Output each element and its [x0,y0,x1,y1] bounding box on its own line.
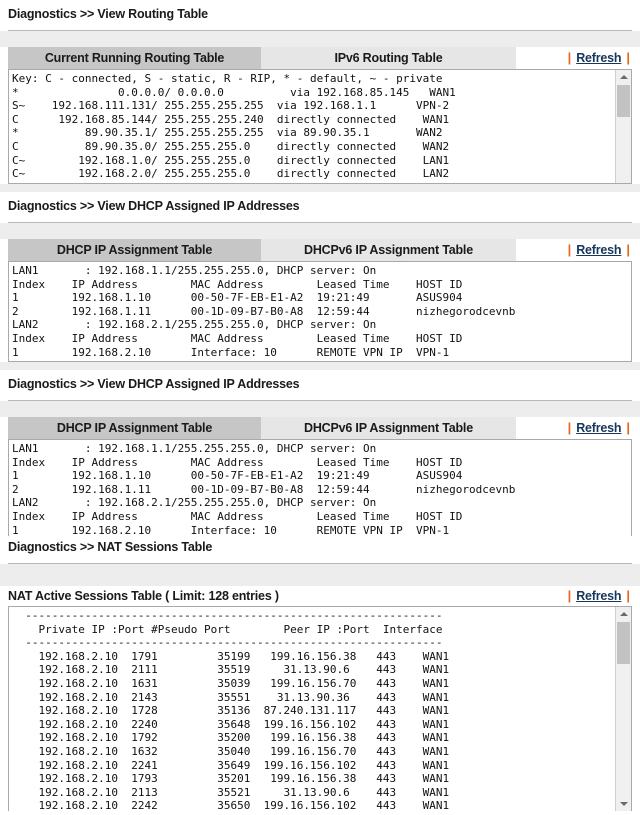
routing-table-section: Diagnostics >> View Routing Table Curren… [0,0,640,184]
refresh-link-dhcp-second[interactable]: Refresh [576,417,621,439]
section-gap-2 [0,362,640,370]
separator-bar-right: | [626,50,630,65]
tabstrip-spacer [516,239,568,261]
separator-bar-left: | [567,242,572,257]
scrollbar-thumb[interactable] [617,622,630,664]
tab-dhcp-ip-assignment-table[interactable]: DHCP IP Assignment Table [8,417,261,439]
nat-active-sessions-title: NAT Active Sessions Table ( Limit: 128 e… [8,589,279,603]
tab-dhcp-ip-assignment-table[interactable]: DHCP IP Assignment Table [8,239,261,261]
separator-bar-right: | [626,588,630,603]
breadcrumb-dhcp-first: Diagnostics >> View DHCP Assigned IP Add… [8,199,300,213]
routing-table-console: Key: C - connected, S - static, R - RIP,… [8,69,632,184]
separator-bar-left: | [567,50,572,65]
dhcp-second-tabstrip: DHCP IP Assignment Table DHCPv6 IP Assig… [8,417,632,439]
nat-refresh-group: | Refresh | [568,585,632,607]
spacer [0,31,640,47]
nat-sessions-text: ----------------------------------------… [25,609,450,811]
dhcp-second-section-heading: Diagnostics >> View DHCP Assigned IP Add… [0,370,640,396]
tabstrip-spacer [516,417,568,439]
nat-sessions-section: Diagnostics >> NAT Sessions Table NAT Ac… [0,536,640,811]
dhcp-first-console: LAN1 : 192.168.1.1/255.255.255.0, DHCP s… [8,261,632,362]
nat-scrollbar[interactable] [615,607,631,811]
dhcp-first-text: LAN1 : 192.168.1.1/255.255.255.0, DHCP s… [12,264,516,359]
refresh-link-routing[interactable]: Refresh [576,47,621,69]
dhcp-first-refresh-group: | Refresh | [568,239,632,261]
spacer [0,401,640,417]
routing-table-text: Key: C - connected, S - static, R - RIP,… [12,72,456,181]
nat-title-row: NAT Active Sessions Table ( Limit: 128 e… [8,586,632,606]
dhcp-section-second: Diagnostics >> View DHCP Assigned IP Add… [0,370,640,536]
spacer [0,223,640,239]
dhcp-first-tabstrip: DHCP IP Assignment Table DHCPv6 IP Assig… [8,239,632,261]
separator-bar-right: | [626,420,630,435]
breadcrumb-nat: Diagnostics >> NAT Sessions Table [8,540,213,554]
scroll-down-arrow-icon[interactable] [616,797,631,811]
dhcp-section-first: Diagnostics >> View DHCP Assigned IP Add… [0,192,640,362]
routing-scrollbar[interactable] [615,70,631,183]
separator-bar-right: | [626,242,630,257]
nat-section-heading: Diagnostics >> NAT Sessions Table [0,536,640,559]
section-gap-1 [0,184,640,192]
nat-sessions-console: ----------------------------------------… [8,606,632,811]
dhcp-second-text: LAN1 : 192.168.1.1/255.255.255.0, DHCP s… [12,442,516,536]
tab-ipv6-routing-table[interactable]: IPv6 Routing Table [261,47,516,69]
routing-section-heading: Diagnostics >> View Routing Table [0,0,640,26]
breadcrumb-dhcp-second: Diagnostics >> View DHCP Assigned IP Add… [8,377,300,391]
breadcrumb-routing: Diagnostics >> View Routing Table [8,7,208,21]
refresh-link-nat[interactable]: Refresh [576,585,621,607]
scroll-up-arrow-icon[interactable] [616,70,631,84]
scrollbar-thumb[interactable] [617,85,630,117]
dhcp-second-refresh-group: | Refresh | [568,417,632,439]
separator-bar-left: | [567,588,572,603]
dhcp-second-console: LAN1 : 192.168.1.1/255.255.255.0, DHCP s… [8,439,632,536]
tab-dhcpv6-ip-assignment-table[interactable]: DHCPv6 IP Assignment Table [261,239,516,261]
scroll-up-arrow-icon[interactable] [616,607,631,621]
tabstrip-spacer [516,47,568,69]
separator-bar-left: | [567,420,572,435]
dhcp-first-section-heading: Diagnostics >> View DHCP Assigned IP Add… [0,192,640,218]
routing-tabstrip: Current Running Routing Table IPv6 Routi… [8,47,632,69]
tab-dhcpv6-ip-assignment-table[interactable]: DHCPv6 IP Assignment Table [261,417,516,439]
spacer [0,564,640,586]
tab-current-running-routing-table[interactable]: Current Running Routing Table [8,47,261,69]
refresh-link-dhcp-first[interactable]: Refresh [576,239,621,261]
router-diagnostics-page: Diagnostics >> View Routing Table Curren… [0,0,640,815]
routing-refresh-group: | Refresh | [568,47,632,69]
